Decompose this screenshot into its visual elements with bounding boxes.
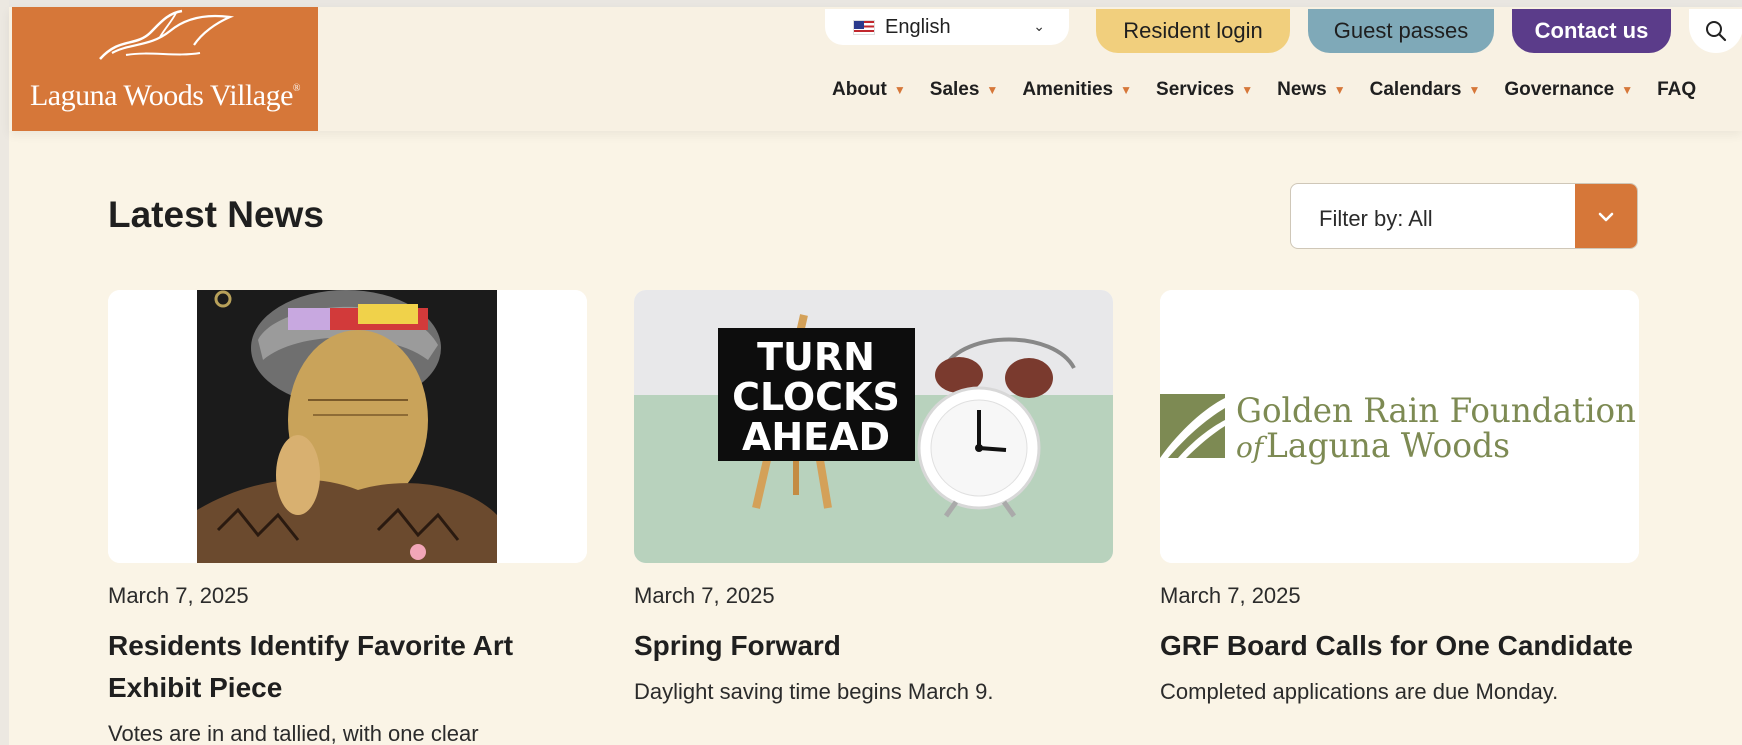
browser-top-edge bbox=[0, 0, 1742, 7]
news-card-image[interactable]: TURN CLOCKS AHEAD bbox=[634, 290, 1113, 563]
news-card[interactable]: March 7, 2025 Residents Identify Favorit… bbox=[108, 290, 587, 745]
news-filter-select[interactable]: Filter by: All bbox=[1290, 183, 1638, 249]
caret-down-icon: ▼ bbox=[1468, 83, 1481, 97]
nav-label: Governance bbox=[1504, 79, 1615, 100]
nav-label: Services bbox=[1156, 79, 1235, 100]
caret-down-icon: ▼ bbox=[1241, 83, 1254, 97]
news-card-date: March 7, 2025 bbox=[108, 583, 249, 608]
caret-down-icon: ▼ bbox=[1120, 83, 1133, 97]
nav-label: Amenities bbox=[1022, 79, 1114, 100]
browser-left-edge bbox=[0, 0, 9, 745]
search-button[interactable] bbox=[1689, 9, 1742, 53]
news-card-description: Daylight saving time begins March 9. bbox=[634, 679, 994, 704]
logo-wordmark: Laguna Woods Village® bbox=[29, 79, 301, 112]
news-card-date: March 7, 2025 bbox=[1160, 583, 1301, 608]
grf-logo-image: Golden Rain Foundation of Laguna Woods bbox=[1160, 290, 1639, 563]
grf-logo-prefix: of bbox=[1236, 431, 1268, 464]
news-card-description: Votes are in and tallied, with one clear bbox=[108, 721, 479, 745]
news-card-date: March 7, 2025 bbox=[634, 583, 775, 608]
art-portrait-image bbox=[108, 290, 587, 563]
site-logo[interactable]: Laguna Woods Village® bbox=[12, 7, 318, 131]
nav-label: News bbox=[1277, 79, 1327, 100]
nav-label: Calendars bbox=[1369, 79, 1462, 100]
site-header: Laguna Woods Village® English ⌄ Resident… bbox=[9, 7, 1742, 131]
caret-down-icon: ▼ bbox=[1621, 83, 1634, 97]
main-nav: About ▼ Sales ▼ Amenities ▼ Services ▼ News ▼… bbox=[832, 79, 1696, 101]
caret-down-icon: ▼ bbox=[1333, 83, 1346, 97]
news-card[interactable]: TURN CLOCKS AHEAD March 7, 2025 Spring F… bbox=[634, 290, 1113, 713]
news-card-image[interactable]: Golden Rain Foundation of Laguna Woods bbox=[1160, 290, 1639, 563]
sign-line-clocks: CLOCKS bbox=[732, 375, 900, 419]
sign-line-ahead: AHEAD bbox=[742, 415, 890, 459]
news-card-description: Completed applications are due Monday. bbox=[1160, 679, 1559, 704]
nav-label: FAQ bbox=[1657, 79, 1697, 100]
chevron-down-icon: ⌄ bbox=[1033, 18, 1045, 34]
nav-label: Sales bbox=[929, 79, 980, 100]
news-card-title[interactable]: Spring Forward bbox=[634, 625, 1113, 667]
news-card-image[interactable] bbox=[108, 290, 587, 563]
grf-logo-line1: Golden Rain Foundation bbox=[1236, 391, 1636, 431]
caret-down-icon: ▼ bbox=[893, 83, 906, 97]
news-card[interactable]: Golden Rain Foundation of Laguna Woods M… bbox=[1160, 290, 1639, 713]
search-icon bbox=[1706, 21, 1727, 42]
language-label: English bbox=[885, 15, 951, 38]
caret-down-icon: ▼ bbox=[986, 83, 999, 97]
nav-label: About bbox=[832, 79, 887, 100]
nav-item-about[interactable]: About ▼ bbox=[832, 79, 906, 101]
news-card-title[interactable]: GRF Board Calls for One Candidate bbox=[1160, 625, 1639, 667]
guest-passes-button[interactable]: Guest passes bbox=[1308, 9, 1494, 53]
nav-item-calendars[interactable]: Calendars ▼ bbox=[1370, 79, 1481, 101]
grf-logo-line2: Laguna Woods bbox=[1266, 426, 1510, 466]
chevron-down-icon bbox=[1598, 212, 1614, 222]
language-selector[interactable]: English ⌄ bbox=[825, 9, 1069, 45]
resident-login-button[interactable]: Resident login bbox=[1096, 9, 1290, 53]
nav-item-sales[interactable]: Sales ▼ bbox=[930, 79, 999, 101]
nav-item-services[interactable]: Services ▼ bbox=[1156, 79, 1253, 101]
us-flag-icon bbox=[853, 19, 875, 35]
sign-line-turn: TURN bbox=[757, 335, 875, 379]
filter-dropdown-button[interactable] bbox=[1575, 184, 1637, 248]
page-title: Latest News bbox=[108, 194, 324, 235]
filter-label: Filter by: All bbox=[1319, 206, 1433, 231]
nav-item-amenities[interactable]: Amenities ▼ bbox=[1022, 79, 1132, 101]
news-card-title[interactable]: Residents Identify Favorite Art Exhibit … bbox=[108, 625, 587, 709]
clocks-ahead-image: TURN CLOCKS AHEAD bbox=[634, 290, 1113, 563]
nav-item-news[interactable]: News ▼ bbox=[1277, 79, 1346, 101]
nav-item-faq[interactable]: FAQ bbox=[1657, 79, 1696, 101]
contact-us-button[interactable]: Contact us bbox=[1512, 9, 1671, 53]
nav-item-governance[interactable]: Governance ▼ bbox=[1504, 79, 1633, 101]
logo-bird-icon bbox=[99, 9, 235, 60]
